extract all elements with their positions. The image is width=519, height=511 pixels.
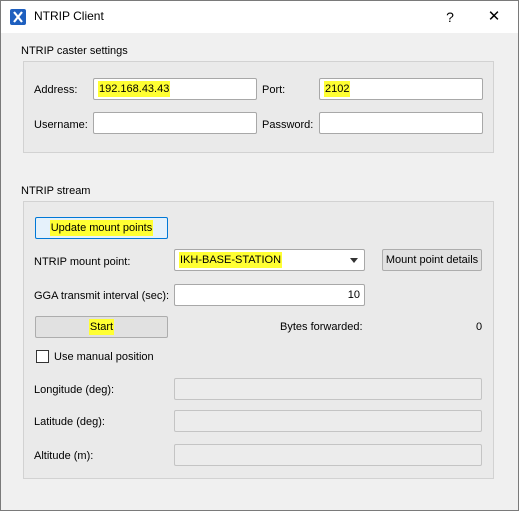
caster-settings-group: Address: 192.168.43.43 Port: 2102 Userna…: [23, 61, 494, 153]
port-input[interactable]: 2102: [319, 78, 483, 100]
latitude-label: Latitude (deg):: [34, 416, 105, 428]
manual-position-label: Use manual position: [54, 351, 154, 363]
address-label: Address:: [34, 84, 78, 96]
address-input[interactable]: 192.168.43.43: [93, 78, 257, 100]
title-bar: NTRIP Client ? ✕: [1, 1, 518, 33]
longitude-input[interactable]: [174, 378, 482, 400]
longitude-label: Longitude (deg):: [34, 384, 115, 396]
ntrip-client-dialog: NTRIP Client ? ✕ NTRIP caster settings A…: [0, 0, 519, 511]
ntrip-x-logo-icon: [10, 9, 26, 25]
mount-point-details-button[interactable]: Mount point details: [382, 249, 482, 271]
caster-settings-heading: NTRIP caster settings: [21, 45, 128, 57]
close-button[interactable]: ✕: [479, 5, 509, 29]
password-input[interactable]: [319, 112, 483, 134]
mount-point-label: NTRIP mount point:: [34, 256, 131, 268]
mount-point-value: IKH-BASE-STATION: [179, 252, 283, 268]
username-label: Username:: [34, 119, 88, 131]
manual-position-checkbox[interactable]: [36, 350, 49, 363]
window-title: NTRIP Client: [34, 9, 104, 23]
bytes-forwarded-value: 0: [476, 321, 483, 333]
gga-interval-label: GGA transmit interval (sec):: [34, 290, 170, 302]
start-label: Start: [88, 319, 115, 335]
username-input[interactable]: [93, 112, 257, 134]
bytes-forwarded-label: Bytes forwarded:: [280, 321, 363, 333]
gga-interval-input[interactable]: 10: [174, 284, 365, 306]
update-mount-points-label: Update mount points: [49, 220, 154, 236]
update-mount-points-button[interactable]: Update mount points: [35, 217, 168, 239]
start-button[interactable]: Start: [35, 316, 168, 338]
port-value: 2102: [324, 81, 351, 97]
address-value: 192.168.43.43: [98, 81, 171, 97]
mount-point-select[interactable]: IKH-BASE-STATION: [174, 249, 365, 271]
latitude-input[interactable]: [174, 410, 482, 432]
altitude-label: Altitude (m):: [34, 450, 94, 462]
port-label: Port:: [262, 84, 286, 96]
help-button[interactable]: ?: [435, 5, 465, 29]
stream-group: Update mount points NTRIP mount point: I…: [23, 201, 494, 479]
altitude-input[interactable]: [174, 444, 482, 466]
chevron-down-icon: [350, 258, 358, 263]
stream-heading: NTRIP stream: [21, 185, 91, 197]
password-label: Password:: [262, 119, 314, 131]
